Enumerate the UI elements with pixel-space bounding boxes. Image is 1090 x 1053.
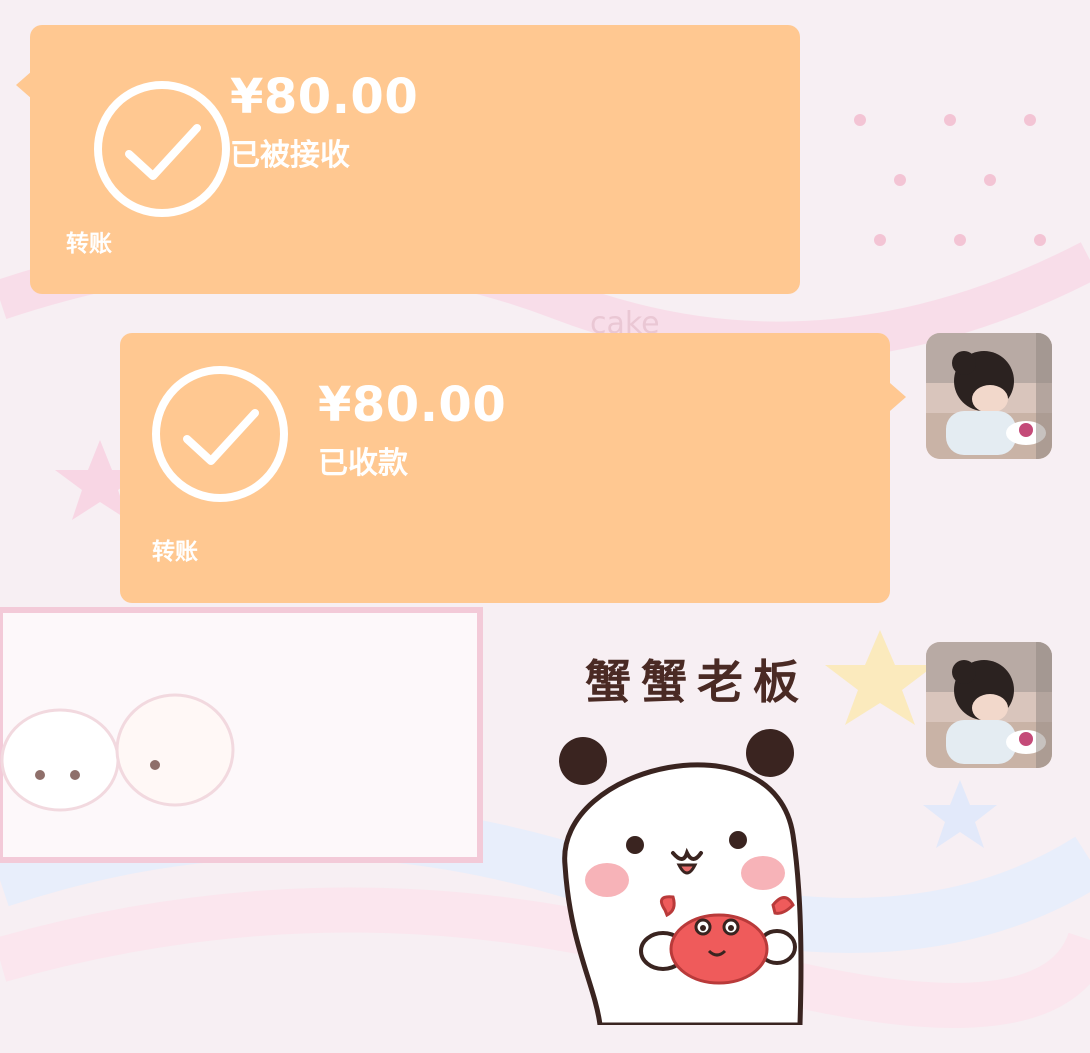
outgoing-transfer-bubble[interactable]: ¥80.00 已收款 转账 xyxy=(120,333,906,603)
transfer-label: 转账 xyxy=(66,231,112,257)
transfer-amount: ¥80.00 xyxy=(318,377,507,433)
sticker-message[interactable]: 蟹蟹老板 xyxy=(555,640,845,1025)
avatar[interactable] xyxy=(926,333,1052,459)
bubble-tail xyxy=(890,383,906,411)
incoming-transfer-bubble[interactable]: ¥80.00 已被接收 转账 xyxy=(16,25,800,294)
check-circle-icon xyxy=(152,366,288,502)
transfer-status: 已收款 xyxy=(318,446,408,481)
avatar-photo-icon xyxy=(926,333,1052,459)
check-circle-icon xyxy=(94,81,230,217)
transfer-label: 转账 xyxy=(152,539,198,565)
avatar[interactable] xyxy=(926,642,1052,768)
transfer-status: 已被接收 xyxy=(230,138,350,173)
panda-sticker-icon xyxy=(559,729,804,1025)
bubble-tail xyxy=(16,71,32,99)
sticker-caption: 蟹蟹老板 xyxy=(585,655,809,709)
transfer-amount: ¥80.00 xyxy=(230,69,419,125)
avatar-photo-icon xyxy=(926,642,1052,768)
